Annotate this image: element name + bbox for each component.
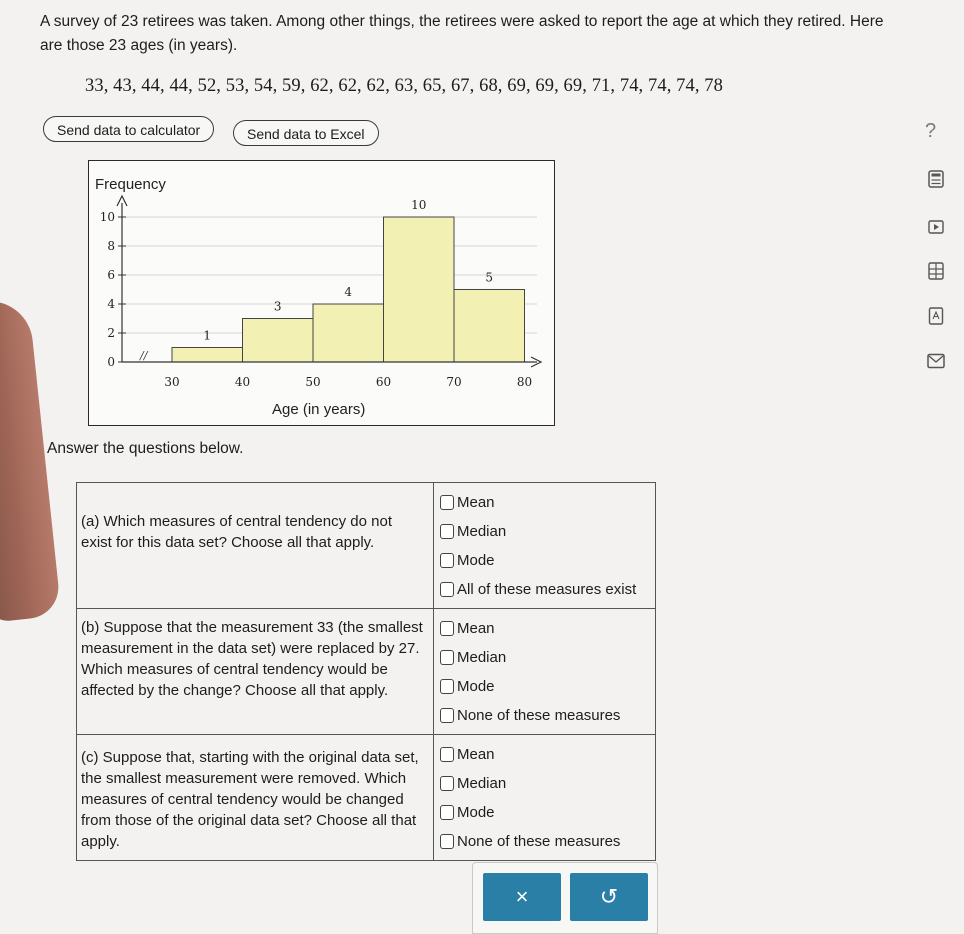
- answer-instructions: Answer the questions below.: [47, 440, 244, 457]
- bar-value-label: 10: [411, 198, 426, 212]
- question-row-a: (a) Which measures of central tendency d…: [76, 482, 656, 609]
- bar-value-label: 4: [344, 285, 352, 299]
- axis-break-mark: //: [139, 349, 149, 362]
- mail-icon[interactable]: [927, 352, 945, 370]
- q-a-option-mode[interactable]: Mode: [440, 546, 649, 575]
- question-a-text: (a) Which measures of central tendency d…: [76, 482, 434, 609]
- checkbox-icon[interactable]: [440, 776, 454, 791]
- q-c-option-mean[interactable]: Mean: [440, 740, 649, 769]
- option-label: Mean: [457, 746, 495, 763]
- q-b-option-mean[interactable]: Mean: [440, 614, 649, 643]
- option-label: Mean: [457, 494, 495, 511]
- option-label: Median: [457, 523, 507, 540]
- checkbox-icon[interactable]: [440, 805, 454, 820]
- bar-value-label: 1: [203, 329, 211, 343]
- option-label: All of these measures exist: [457, 581, 637, 598]
- histogram-bar: [453, 289, 525, 363]
- undo-button[interactable]: ↺: [570, 873, 648, 921]
- q-a-option-all-exist[interactable]: All of these measures exist: [440, 575, 649, 604]
- x-tick-label: 70: [446, 375, 461, 389]
- x-axis-title: Age (in years): [272, 401, 365, 418]
- checkbox-icon[interactable]: [440, 495, 454, 510]
- finger-occlusion: [0, 296, 62, 624]
- question-b-text: (b) Suppose that the measurement 33 (the…: [76, 608, 434, 735]
- histogram-bar: [242, 318, 314, 363]
- send-to-excel-button[interactable]: Send data to Excel: [233, 120, 379, 146]
- histogram-bar: [171, 347, 243, 363]
- x-tick-label: 40: [235, 375, 250, 389]
- checkbox-icon[interactable]: [440, 582, 454, 597]
- option-label: Median: [457, 775, 507, 792]
- histogram-chart: Frequency Age (in years) // 0 2 4 6 8 10 1 3 4 10…: [95, 176, 543, 418]
- checkbox-icon[interactable]: [440, 708, 454, 723]
- y-tick-label: 2: [107, 326, 115, 340]
- y-tick-label: 10: [100, 210, 115, 224]
- checkbox-icon[interactable]: [440, 650, 454, 665]
- x-tick-label: 30: [164, 375, 179, 389]
- q-a-option-median[interactable]: Median: [440, 517, 649, 546]
- video-play-icon[interactable]: [927, 218, 945, 236]
- option-label: None of these measures: [457, 833, 621, 850]
- option-label: None of these measures: [457, 707, 621, 724]
- q-c-option-mode[interactable]: Mode: [440, 798, 649, 827]
- dictionary-icon[interactable]: [927, 307, 945, 325]
- y-tick-label: 4: [107, 297, 115, 311]
- question-row-c: (c) Suppose that, starting with the orig…: [76, 734, 656, 861]
- option-label: Mean: [457, 620, 495, 637]
- answer-action-bar: × ↺: [472, 862, 658, 934]
- question-c-options: Mean Median Mode None of these measures: [433, 734, 656, 861]
- y-axis-title: Frequency: [95, 176, 166, 193]
- y-tick-label: 0: [107, 355, 115, 369]
- histogram-bar: [383, 216, 455, 363]
- histogram-panel: Frequency Age (in years) // 0 2 4 6 8 10 1 3 4 10…: [88, 160, 555, 426]
- send-to-calculator-button[interactable]: Send data to calculator: [43, 116, 215, 142]
- checkbox-icon[interactable]: [440, 553, 454, 568]
- question-a-options: Mean Median Mode All of these measures e…: [433, 482, 656, 609]
- intro-line-2: are those 23 ages (in years).: [40, 37, 238, 54]
- calculator-icon[interactable]: [927, 170, 945, 188]
- y-tick-label: 8: [107, 239, 115, 253]
- option-label: Median: [457, 649, 507, 666]
- q-c-option-none[interactable]: None of these measures: [440, 827, 649, 856]
- problem-statement: A survey of 23 retirees was taken. Among…: [40, 10, 945, 58]
- checkbox-icon[interactable]: [440, 834, 454, 849]
- help-icon[interactable]: ?: [925, 120, 936, 143]
- histogram-bar: [312, 303, 384, 363]
- q-b-option-median[interactable]: Median: [440, 643, 649, 672]
- question-row-b: (b) Suppose that the measurement 33 (the…: [76, 608, 656, 735]
- bar-value-label: 3: [274, 300, 282, 314]
- table-data-icon[interactable]: [927, 262, 945, 280]
- checkbox-icon[interactable]: [440, 747, 454, 762]
- q-a-option-mean[interactable]: Mean: [440, 488, 649, 517]
- y-tick-label: 6: [107, 268, 115, 282]
- question-c-text: (c) Suppose that, starting with the orig…: [76, 734, 434, 861]
- q-b-option-none[interactable]: None of these measures: [440, 701, 649, 730]
- x-tick-label: 50: [305, 375, 320, 389]
- q-c-option-median[interactable]: Median: [440, 769, 649, 798]
- data-values: 33, 43, 44, 44, 52, 53, 54, 59, 62, 62, …: [85, 76, 723, 96]
- bar-value-label: 5: [485, 271, 493, 285]
- x-tick-label: 80: [517, 375, 532, 389]
- q-b-option-mode[interactable]: Mode: [440, 672, 649, 701]
- checkbox-icon[interactable]: [440, 621, 454, 636]
- checkbox-icon[interactable]: [440, 524, 454, 539]
- clear-button[interactable]: ×: [483, 873, 561, 921]
- x-tick-label: 60: [376, 375, 391, 389]
- intro-line-1: A survey of 23 retirees was taken. Among…: [40, 13, 884, 30]
- option-label: Mode: [457, 552, 495, 569]
- checkbox-icon[interactable]: [440, 679, 454, 694]
- option-label: Mode: [457, 678, 495, 695]
- option-label: Mode: [457, 804, 495, 821]
- questions-table: (a) Which measures of central tendency d…: [76, 482, 656, 861]
- question-b-options: Mean Median Mode None of these measures: [433, 608, 656, 735]
